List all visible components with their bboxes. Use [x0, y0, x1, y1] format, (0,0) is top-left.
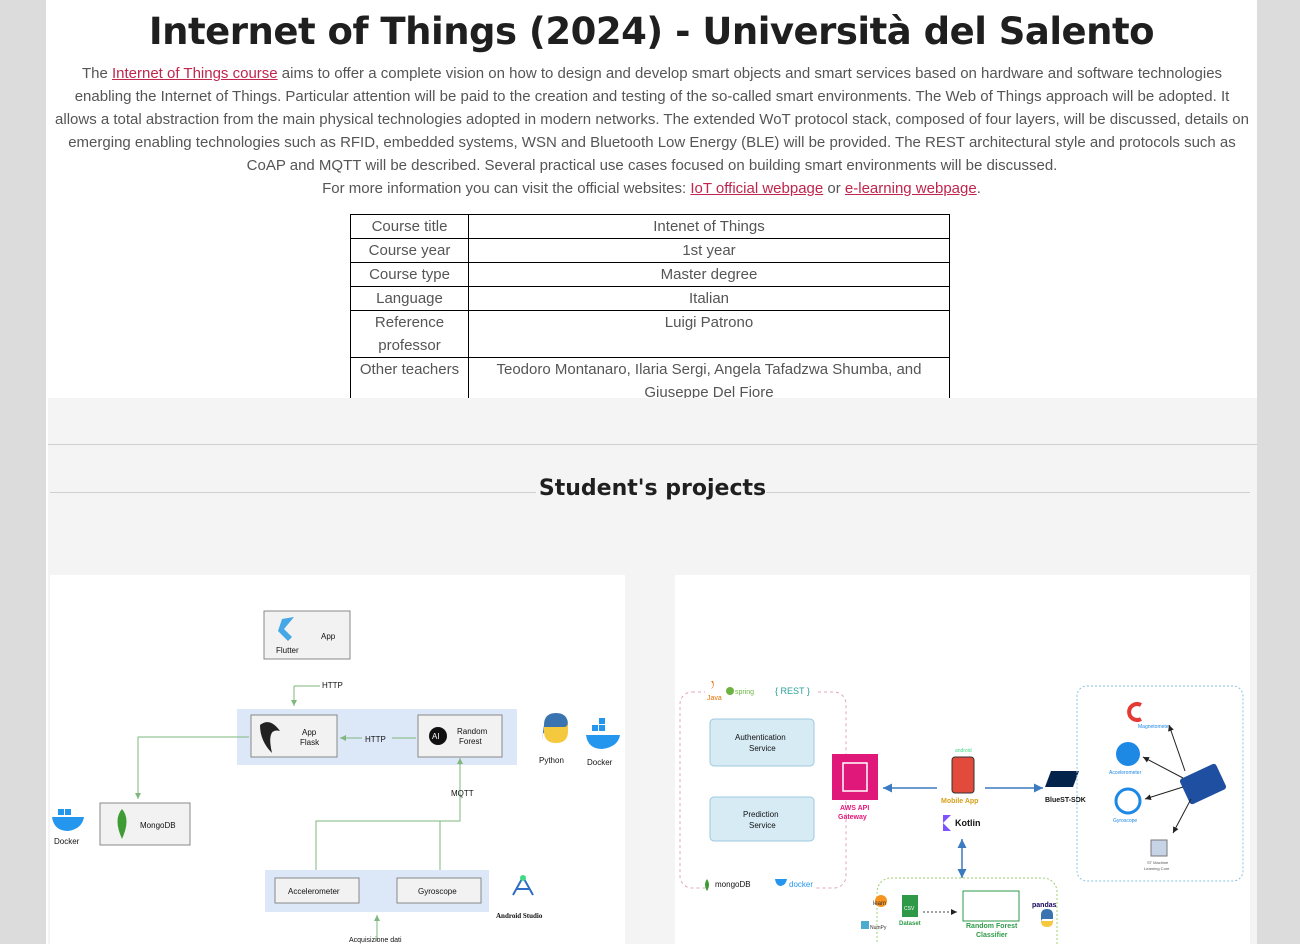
rest-label: { REST }	[775, 686, 810, 696]
bluest-label: BlueST-SDK	[1045, 797, 1086, 804]
random-forest-label-1: Random	[457, 727, 488, 736]
docker-label: docker	[789, 880, 813, 889]
project-card-1[interactable]: Flutter App HTTP App Flask HTTP AI Rando…	[50, 575, 625, 944]
table-value: 1st year	[468, 238, 950, 263]
st-ml-label-2: Learning Core	[1144, 866, 1170, 871]
course-info-table: Course title Intenet of Things Course yea…	[350, 214, 950, 405]
csv-label: CSV	[904, 906, 915, 912]
rf-label-2: Classifier	[976, 932, 1008, 939]
table-value: Intenet of Things	[468, 214, 950, 239]
python-icon	[1041, 909, 1053, 923]
docker-icon	[586, 735, 620, 749]
table-key: Course year	[350, 238, 469, 263]
table-key: Course type	[350, 262, 469, 287]
st-ml-label-1: ST Machine	[1147, 860, 1169, 865]
docker-label: Docker	[587, 758, 613, 767]
course-description: The Internet of Things course aims to of…	[52, 62, 1252, 177]
iot-official-link[interactable]: IoT official webpage	[690, 180, 823, 197]
sensor-board-icon	[1179, 763, 1227, 805]
flutter-label: Flutter	[276, 646, 299, 655]
mongodb-label: mongoDB	[715, 880, 751, 889]
st-ml-core-icon	[1150, 839, 1168, 857]
table-value: Master degree	[468, 262, 950, 287]
more-info-suffix: .	[976, 180, 981, 197]
more-info-prefix: For more information you can visit the o…	[322, 180, 687, 197]
acquisizione-label: Acquisizione dati	[349, 937, 402, 944]
table-key: Language	[350, 286, 469, 311]
course-intro-section: Internet of Things (2024) - Università d…	[46, 0, 1257, 405]
accelerometer-icon	[1116, 742, 1140, 766]
mqtt-label: MQTT	[451, 789, 474, 798]
spring-icon	[726, 687, 734, 695]
app-flask-label-2: Flask	[300, 738, 320, 747]
mongodb-label: MongoDB	[140, 821, 176, 830]
docker-left-label: Docker	[54, 837, 80, 846]
table-row: Course type Master degree	[350, 262, 950, 287]
projects-heading: Student's projects	[538, 476, 767, 501]
gyroscope-label: Gyroscope	[1113, 818, 1137, 824]
kotlin-label: Kotlin	[955, 818, 981, 828]
table-key: Course title	[350, 214, 469, 239]
table-row: Course title Intenet of Things	[350, 214, 950, 239]
ai-label: AI	[432, 732, 440, 741]
section-divider	[48, 444, 1257, 445]
project-2-diagram: Java spring { REST } Authentication Serv…	[679, 681, 1244, 944]
http-label-2: HTTP	[365, 735, 386, 744]
magnetometer-label: Magnetometer	[1138, 724, 1171, 730]
table-value: Italian	[468, 286, 950, 311]
table-key: Reference professor	[350, 310, 469, 358]
mobile-app-label: Mobile App	[941, 798, 978, 805]
project-1-diagram: Flutter App HTTP App Flask HTTP AI Rando…	[52, 610, 620, 944]
android-label: android	[955, 748, 972, 754]
project-card-2[interactable]: Java spring { REST } Authentication Serv…	[675, 575, 1250, 944]
gyroscope-icon	[1114, 787, 1142, 815]
kotlin-icon	[943, 815, 951, 831]
more-info-middle: or	[827, 180, 841, 197]
app-flask-label-1: App	[302, 728, 317, 737]
java-label: Java	[707, 695, 722, 702]
table-value: Luigi Patrono	[468, 310, 950, 358]
st-logo-icon	[1045, 771, 1079, 787]
page-title: Internet of Things (2024) - Università d…	[148, 10, 1155, 53]
mqtt-arrow	[315, 758, 463, 871]
dataset-label: Dataset	[899, 921, 921, 927]
projects-section: Student's projects Flutter App HTTP App …	[48, 398, 1257, 944]
pandas-label: pandas	[1032, 902, 1057, 909]
magnetometer-icon	[1127, 702, 1142, 722]
table-row: Reference professor Luigi Patrono	[350, 310, 950, 358]
gyroscope-label: Gyroscope	[418, 887, 457, 896]
db-arrow	[135, 736, 249, 799]
aws-label-1: AWS API	[840, 805, 869, 812]
more-info-line: For more information you can visit the o…	[46, 177, 1257, 200]
numpy-label: NumPy	[870, 925, 887, 931]
http-label-1: HTTP	[322, 681, 343, 690]
rf-label-1: Random Forest	[966, 923, 1018, 930]
page: Internet of Things (2024) - Università d…	[46, 0, 1257, 944]
spring-label: spring	[735, 689, 754, 696]
app-label: App	[321, 632, 336, 641]
auth-service-box	[709, 718, 815, 767]
mobile-app-icon	[951, 756, 975, 794]
python-label: Python	[539, 756, 564, 765]
aws-label-2: Gateway	[838, 814, 867, 821]
docker-left-icon	[52, 817, 84, 831]
random-forest-icon	[962, 890, 1020, 922]
aws-gateway-icon	[832, 754, 878, 800]
auth-label-1: Authentication	[735, 733, 786, 742]
pred-label-2: Service	[749, 821, 776, 830]
prediction-service-box	[709, 796, 815, 842]
keras-label: learn	[873, 901, 886, 907]
e-learning-link[interactable]: e-learning webpage	[845, 180, 977, 197]
pred-label-1: Prediction	[743, 810, 779, 819]
description-prefix: The	[81, 65, 108, 82]
numpy-icon	[861, 921, 869, 929]
auth-label-2: Service	[749, 744, 776, 753]
table-row: Course year 1st year	[350, 238, 950, 263]
accelerometer-label: Accelerometer	[1109, 770, 1142, 776]
course-link[interactable]: Internet of Things course	[112, 65, 278, 82]
table-row: Language Italian	[350, 286, 950, 311]
random-forest-label-2: Forest	[459, 737, 482, 746]
android-studio-label: Android Studio	[496, 912, 543, 920]
accelerometer-label: Accelerometer	[288, 887, 340, 896]
